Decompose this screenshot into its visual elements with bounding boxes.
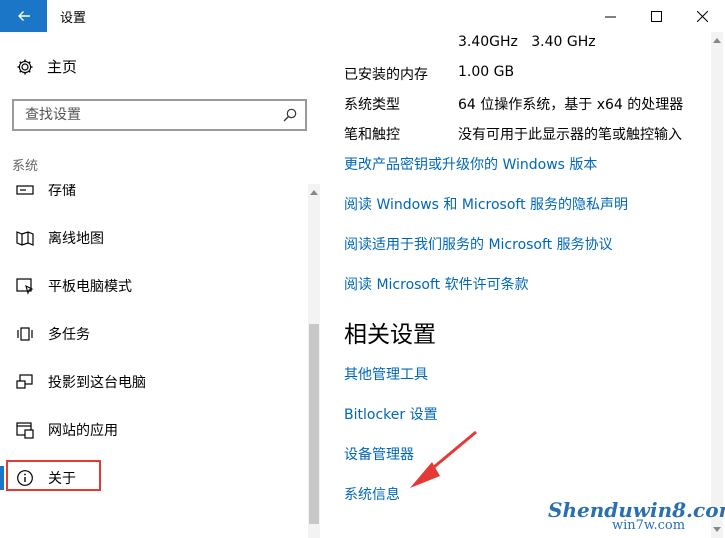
sidebar-item-label: 网站的应用 bbox=[48, 423, 118, 439]
multitasking-icon bbox=[17, 327, 33, 341]
search-input[interactable] bbox=[14, 101, 274, 129]
sidebar-item-label: 离线地图 bbox=[48, 231, 104, 247]
sidebar: 主页 系统 存储 离线地图 平板电脑模式 多任务 投影到这台电脑 bbox=[0, 32, 322, 538]
sidebar-item-multitasking[interactable]: 多任务 bbox=[0, 314, 306, 354]
link-system-info[interactable]: 系统信息 bbox=[344, 484, 400, 504]
minimize-button[interactable] bbox=[587, 0, 633, 32]
apps-for-websites-icon bbox=[16, 422, 34, 439]
spec-key: 笔和触控 bbox=[344, 127, 400, 143]
link-device-manager[interactable]: 设备管理器 bbox=[344, 444, 414, 464]
main-content: 3.40GHz 3.40 GHz 已安装的内存 1.00 GB 系统类型 64 … bbox=[322, 32, 725, 538]
minimize-icon bbox=[604, 16, 616, 17]
sidebar-item-apps-for-websites[interactable]: 网站的应用 bbox=[0, 410, 306, 450]
scroll-up-icon[interactable] bbox=[310, 190, 318, 195]
link-license-terms[interactable]: 阅读 Microsoft 软件许可条款 bbox=[344, 274, 529, 294]
sidebar-item-tablet-mode[interactable]: 平板电脑模式 bbox=[0, 266, 306, 306]
scroll-down-icon[interactable] bbox=[713, 527, 721, 532]
sidebar-item-label: 多任务 bbox=[48, 327, 90, 343]
link-services-agreement[interactable]: 阅读适用于我们服务的 Microsoft 服务协议 bbox=[344, 234, 613, 254]
annotation-highlight-box bbox=[6, 460, 101, 491]
active-indicator bbox=[0, 466, 4, 490]
sidebar-item-label: 存储 bbox=[48, 184, 76, 199]
back-arrow-icon bbox=[17, 11, 30, 21]
sidebar-nav: 存储 离线地图 平板电脑模式 多任务 投影到这台电脑 网站的应用 关于 bbox=[0, 184, 306, 538]
title-bar: 设置 bbox=[0, 0, 725, 32]
close-icon bbox=[696, 10, 708, 22]
link-admin-tools[interactable]: 其他管理工具 bbox=[344, 364, 428, 384]
search-icon[interactable] bbox=[283, 108, 297, 122]
spec-key: 系统类型 bbox=[344, 97, 400, 113]
sidebar-item-project[interactable]: 投影到这台电脑 bbox=[0, 362, 306, 402]
maximize-icon bbox=[650, 10, 662, 22]
sidebar-scrollbar[interactable] bbox=[308, 184, 320, 538]
sidebar-item-storage[interactable]: 存储 bbox=[0, 184, 306, 210]
window-title: 设置 bbox=[60, 11, 87, 26]
sidebar-home[interactable]: 主页 bbox=[16, 56, 77, 77]
scroll-up-icon[interactable] bbox=[713, 38, 721, 43]
gear-icon bbox=[17, 59, 33, 74]
project-icon bbox=[16, 374, 33, 389]
storage-icon bbox=[16, 185, 34, 195]
spec-key: 已安装的内存 bbox=[344, 67, 428, 83]
back-button[interactable] bbox=[0, 0, 47, 32]
close-button[interactable] bbox=[679, 0, 725, 32]
spec-value: 64 位操作系统，基于 x64 的处理器 bbox=[458, 97, 684, 113]
related-settings-title: 相关设置 bbox=[344, 322, 436, 348]
link-privacy-statement[interactable]: 阅读 Windows 和 Microsoft 服务的隐私声明 bbox=[344, 194, 628, 214]
spec-value: 3.40GHz 3.40 GHz bbox=[458, 34, 596, 50]
link-change-product-key[interactable]: 更改产品密钥或升级你的 Windows 版本 bbox=[344, 154, 597, 174]
spec-value: 1.00 GB bbox=[458, 64, 515, 80]
maximize-button[interactable] bbox=[633, 0, 679, 32]
sidebar-item-label: 投影到这台电脑 bbox=[48, 375, 146, 391]
map-icon bbox=[16, 231, 34, 246]
link-bitlocker-settings[interactable]: Bitlocker 设置 bbox=[344, 404, 438, 424]
sidebar-item-label: 平板电脑模式 bbox=[48, 279, 132, 295]
section-title: 系统 bbox=[12, 159, 39, 174]
spec-value: 没有可用于此显示器的笔或触控输入 bbox=[458, 127, 682, 143]
search-box[interactable] bbox=[12, 99, 307, 131]
watermark-sub: win7w.com bbox=[612, 518, 686, 533]
sidebar-home-label: 主页 bbox=[47, 58, 78, 76]
tablet-mode-icon bbox=[16, 278, 34, 295]
sidebar-item-offline-maps[interactable]: 离线地图 bbox=[0, 218, 306, 258]
main-scrollbar[interactable] bbox=[711, 32, 723, 538]
scroll-thumb[interactable] bbox=[309, 324, 319, 524]
